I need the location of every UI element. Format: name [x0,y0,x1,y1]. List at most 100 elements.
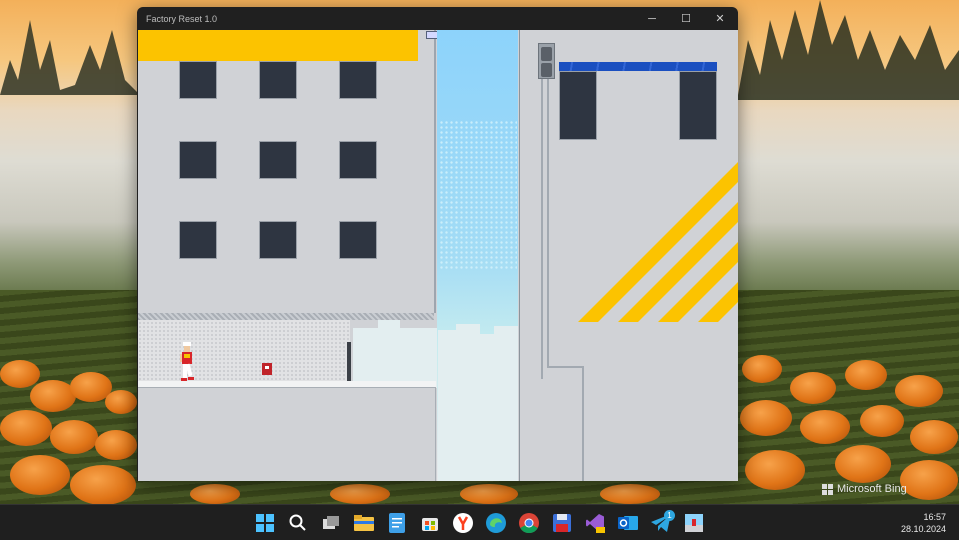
pumpkin [105,390,137,414]
pumpkin [600,484,660,504]
pumpkin [910,420,958,454]
game-window[interactable]: Factory Reset 1.0 ─ ☐ ✕ [137,7,738,481]
outlook-icon [618,515,638,530]
pumpkin [460,484,518,504]
task-view-button[interactable] [319,511,343,535]
hazard-stripes [578,160,738,322]
support-post [347,342,351,382]
folder-icon [354,514,374,531]
window-titlebar[interactable]: Factory Reset 1.0 ─ ☐ ✕ [137,7,738,30]
yandex-browser-button[interactable] [451,511,475,535]
building-window [559,71,597,140]
building-window [259,141,297,179]
game-icon [685,513,703,532]
maximize-button[interactable]: ☐ [669,7,703,30]
bing-logo-icon [822,483,833,495]
pumpkin [845,360,887,390]
chrome-icon [519,512,539,533]
blue-awning [559,62,717,71]
pumpkin [70,465,136,504]
distant-skyline [353,328,437,388]
clock-time: 16:57 [923,512,946,522]
game-viewport[interactable] [138,30,738,481]
minimize-button[interactable]: ─ [635,7,669,30]
bing-watermark-text: Microsoft Bing [837,483,907,495]
building-window [339,221,377,259]
pumpkin [895,375,943,407]
hazard-yellow-beam [138,30,418,61]
pumpkin [860,405,904,437]
taskbar-pinned-apps: 1 [253,505,706,540]
pickup-item [262,363,272,375]
vent-grille [541,63,552,77]
pumpkin [330,484,390,504]
chrome-button[interactable] [517,511,541,535]
wall-pipe [582,366,584,481]
pumpkin [0,410,52,446]
wall-pipe [541,79,543,379]
edge-icon [486,512,506,533]
outlook-button[interactable] [616,511,640,535]
visual-studio-icon [586,513,605,533]
game-app-button[interactable] [682,511,706,535]
ceiling-trim [138,313,434,320]
task-view-icon [323,515,339,529]
building-window [259,221,297,259]
building-window [679,71,717,140]
wall-vent [538,43,555,79]
edge-button[interactable] [484,511,508,535]
visual-studio-button[interactable] [583,511,607,535]
bing-watermark: Microsoft Bing [822,483,907,495]
taskbar: 1 16:57 28.10.2024 [0,504,959,540]
building-window [179,221,217,259]
pumpkin [190,484,240,504]
building-window [339,61,377,99]
pumpkin [742,355,782,383]
pumpkin [790,372,836,404]
vent-grille [541,47,552,61]
notepad-icon [389,512,405,533]
pumpkin [50,420,98,454]
pumpkin [835,445,891,483]
pumpkin [900,460,958,500]
close-icon: ✕ [715,13,725,25]
search-icon [289,514,306,531]
wall-pipe [547,366,583,368]
interior-floor-area [138,313,350,381]
distant-skyline [378,320,400,330]
pumpkin [740,400,792,436]
distant-skyline [456,324,480,481]
pumpkin [800,410,850,444]
building-window [179,141,217,179]
building-window [179,61,217,99]
clock-date: 28.10.2024 [900,524,946,534]
store-icon [422,517,438,531]
windows-logo-icon [256,513,274,532]
floppy-app-button[interactable] [550,511,574,535]
window-title: Factory Reset 1.0 [146,13,218,24]
building-window [339,141,377,179]
notification-badge: 1 [664,509,675,521]
maximize-icon: ☐ [681,13,691,25]
notepad-button[interactable] [385,511,409,535]
microsoft-store-button[interactable] [418,511,442,535]
telegram-button[interactable]: 1 [649,509,675,535]
player-character [180,342,194,381]
floppy-icon [553,513,571,532]
pumpkin [10,455,70,495]
pumpkin [0,360,40,388]
building-window [259,61,297,99]
wall-pipe [547,79,549,367]
pumpkin [745,450,805,490]
minimize-icon: ─ [648,12,656,25]
sky-dither [439,120,517,270]
system-clock[interactable]: 16:57 28.10.2024 [901,511,946,535]
file-explorer-button[interactable] [352,511,376,535]
distant-skyline [438,330,458,481]
pumpkin [95,430,137,460]
floor-block [138,387,436,481]
close-button[interactable]: ✕ [703,7,737,30]
search-button[interactable] [286,511,310,535]
start-button[interactable] [253,511,277,535]
building-edge [434,30,436,313]
